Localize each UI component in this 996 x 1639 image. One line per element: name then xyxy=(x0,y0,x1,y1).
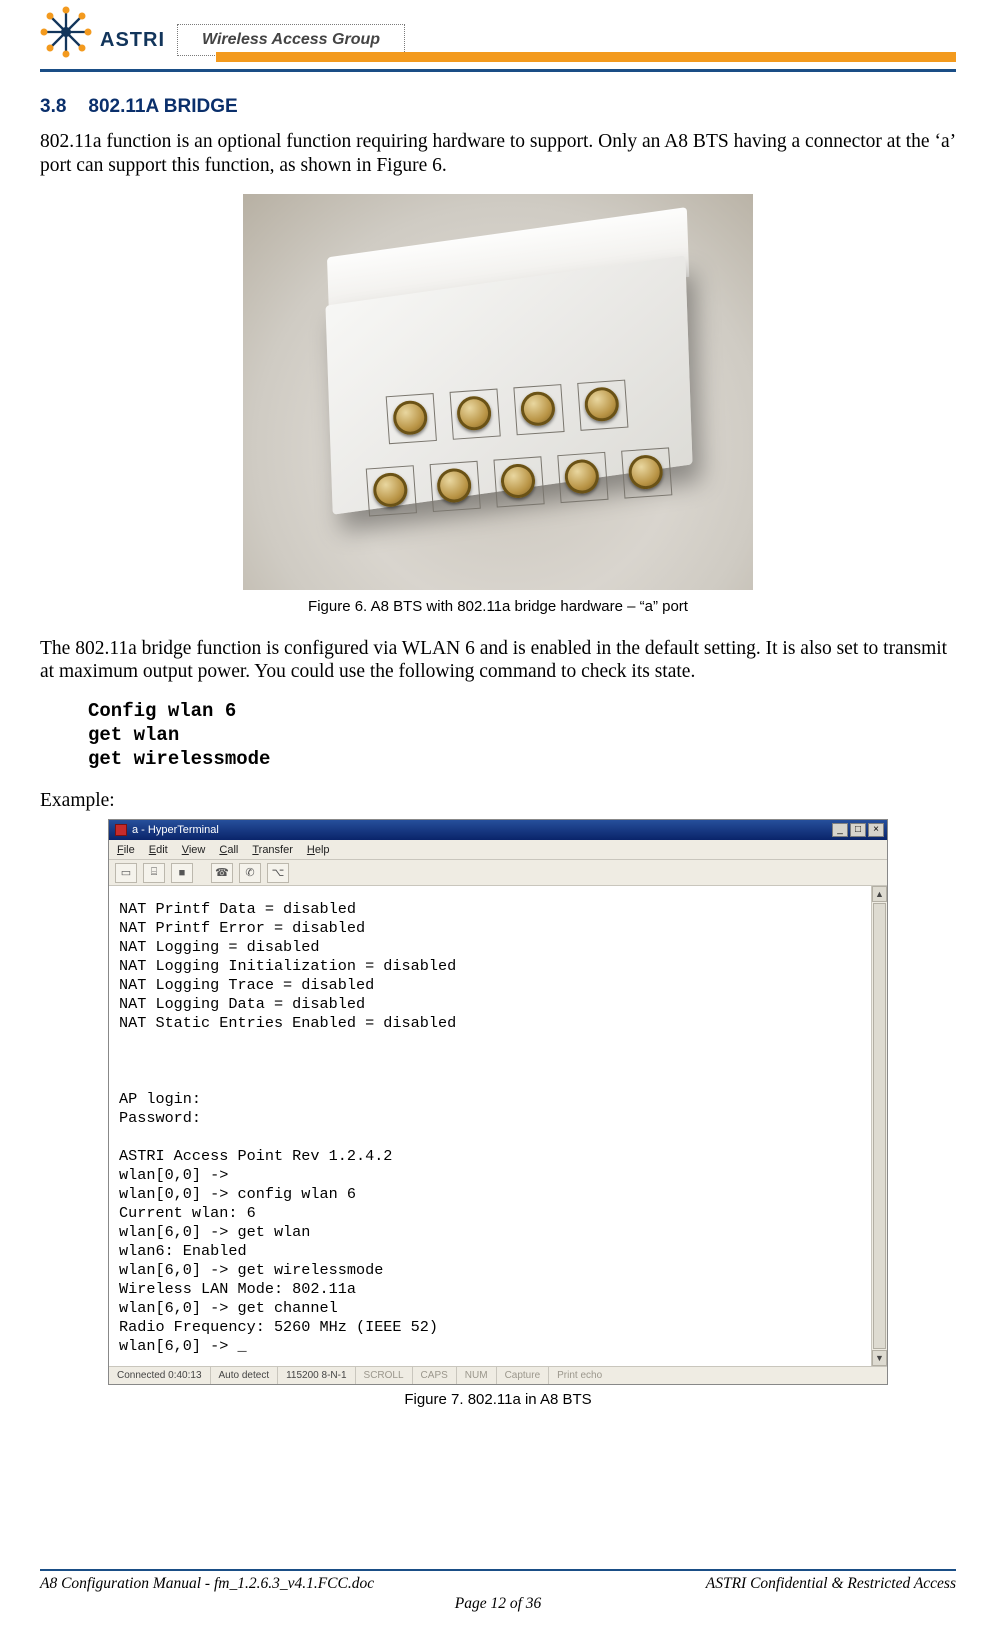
scroll-up-button[interactable]: ▲ xyxy=(872,886,887,902)
page-header: ASTRI Wireless Access Group xyxy=(40,0,956,72)
status-caps: CAPS xyxy=(413,1367,457,1384)
vertical-scrollbar[interactable]: ▲ ▼ xyxy=(871,886,887,1366)
figure-6-caption: Figure 6. A8 BTS with 802.11a bridge har… xyxy=(40,598,956,615)
menu-bar: File Edit View Call Transfer Help xyxy=(109,840,887,860)
footer-page-number: Page 12 of 36 xyxy=(40,1595,956,1613)
rf-port-icon xyxy=(500,462,536,498)
brand-name: ASTRI xyxy=(100,29,165,58)
figure-7-caption: Figure 7. 802.11a in A8 BTS xyxy=(40,1391,956,1408)
rf-port-icon xyxy=(564,458,600,494)
status-serial: 115200 8-N-1 xyxy=(278,1367,355,1384)
terminal-output[interactable]: NAT Printf Data = disabled NAT Printf Er… xyxy=(109,886,871,1366)
menu-help[interactable]: Help xyxy=(307,844,330,856)
menu-edit[interactable]: Edit xyxy=(149,844,168,856)
rf-port-icon xyxy=(628,453,664,489)
rf-port-icon xyxy=(372,471,408,507)
astri-logo-icon xyxy=(40,6,92,58)
close-button[interactable]: × xyxy=(868,823,884,837)
hangup-icon[interactable]: ✆ xyxy=(239,863,261,883)
scroll-down-button[interactable]: ▼ xyxy=(872,1350,887,1366)
scroll-thumb[interactable] xyxy=(873,903,886,1349)
hyperterminal-window: a - HyperTerminal _ □ × File Edit View Call… xyxy=(108,819,888,1385)
footer-rule xyxy=(40,1569,956,1571)
footer-left: A8 Configuration Manual - fm_1.2.6.3_v4.… xyxy=(40,1575,374,1593)
config-paragraph: The 802.11a bridge function is configure… xyxy=(40,637,956,685)
status-connected: Connected 0:40:13 xyxy=(109,1367,211,1384)
section-number: 3.8 xyxy=(40,96,66,118)
page-footer: A8 Configuration Manual - fm_1.2.6.3_v4.… xyxy=(40,1569,956,1613)
properties-icon[interactable]: ⌥ xyxy=(267,863,289,883)
section-title: 802.11A BRIDGE xyxy=(88,96,237,118)
example-label: Example: xyxy=(40,789,956,813)
menu-transfer[interactable]: Transfer xyxy=(252,844,293,856)
minimize-button[interactable]: _ xyxy=(832,823,848,837)
header-accent-bar xyxy=(216,52,956,62)
rf-port-icon xyxy=(436,467,472,503)
figure-6-photo xyxy=(243,194,753,590)
status-capture: Capture xyxy=(497,1367,550,1384)
status-printecho: Print echo xyxy=(549,1367,610,1384)
rf-port-icon xyxy=(520,390,556,426)
status-scroll: SCROLL xyxy=(356,1367,413,1384)
header-rule xyxy=(40,69,956,72)
maximize-button[interactable]: □ xyxy=(850,823,866,837)
command-line: get wirelessmode xyxy=(88,748,956,772)
menu-file[interactable]: File xyxy=(117,844,135,856)
footer-right: ASTRI Confidential & Restricted Access xyxy=(706,1575,956,1593)
command-line: get wlan xyxy=(88,724,956,748)
toolbar: ▭ ⌸ ■ ☎ ✆ ⌥ xyxy=(109,860,887,886)
rf-port-icon xyxy=(392,399,428,435)
rf-port-icon xyxy=(584,386,620,422)
menu-view[interactable]: View xyxy=(182,844,206,856)
command-line: Config wlan 6 xyxy=(88,700,956,724)
new-icon[interactable]: ▭ xyxy=(115,863,137,883)
badge-text: Wireless Access Group xyxy=(202,31,380,48)
status-bar: Connected 0:40:13 Auto detect 115200 8-N… xyxy=(109,1366,887,1384)
call-icon[interactable]: ☎ xyxy=(211,863,233,883)
open-icon[interactable]: ⌸ xyxy=(143,863,165,883)
command-block: Config wlan 6 get wlan get wirelessmode xyxy=(40,700,956,771)
hyperterminal-icon xyxy=(115,824,127,836)
window-title: a - HyperTerminal xyxy=(132,824,219,836)
terminal-text: NAT Printf Data = disabled NAT Printf Er… xyxy=(119,900,861,1356)
save-icon[interactable]: ■ xyxy=(171,863,193,883)
window-titlebar[interactable]: a - HyperTerminal _ □ × xyxy=(109,820,887,840)
status-detect: Auto detect xyxy=(211,1367,279,1384)
status-num: NUM xyxy=(457,1367,497,1384)
intro-paragraph: 802.11a function is an optional function… xyxy=(40,130,956,178)
rf-port-icon xyxy=(456,395,492,431)
menu-call[interactable]: Call xyxy=(219,844,238,856)
